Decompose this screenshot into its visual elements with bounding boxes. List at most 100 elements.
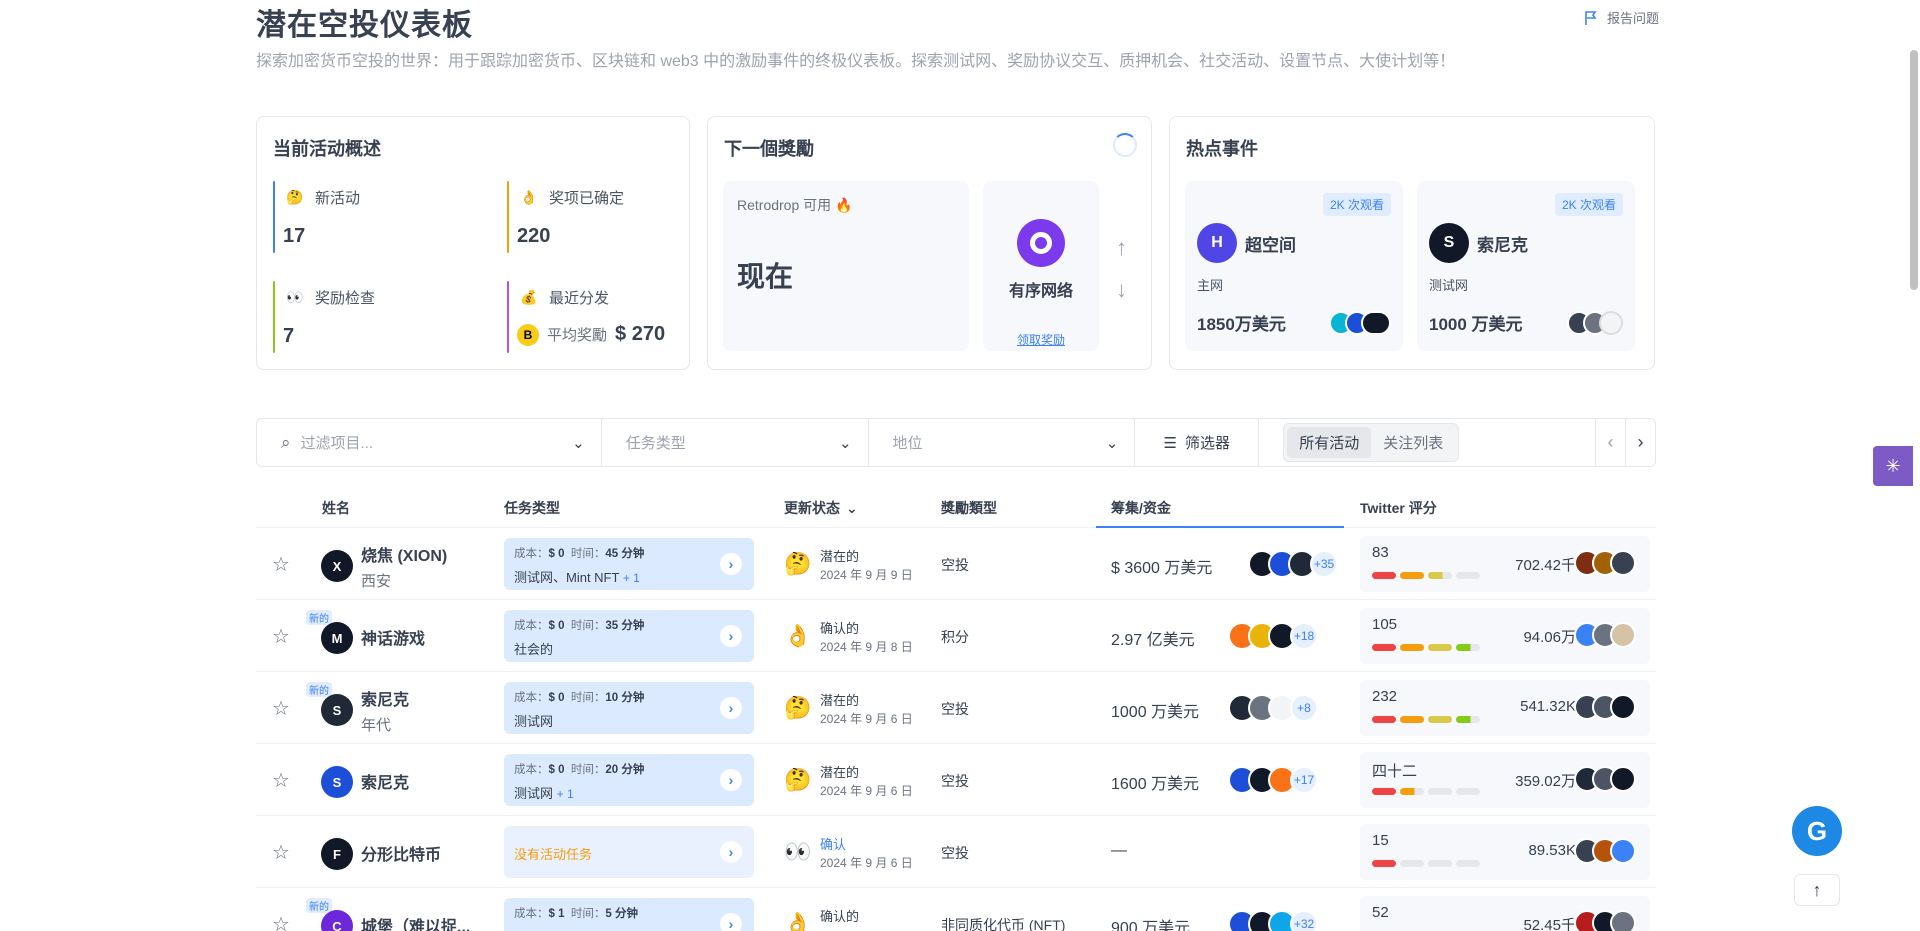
star-icon[interactable]: ☆ (272, 840, 290, 865)
twitter-score-cell[interactable]: 105 94.06万 (1360, 608, 1650, 664)
twitter-score-cell[interactable]: 52 52.45千 (1360, 896, 1650, 931)
twitter-score-bars (1372, 644, 1480, 651)
hot-event-card[interactable]: 2K 次观看 H 超空间 主网 1850万美元 (1185, 181, 1403, 351)
table-row[interactable]: ☆ 新的 S 索尼克 年代 成本：$ 0 时间：10 分钟 测试网 › 🤔 潜在的 2024 年 … (256, 672, 1656, 744)
task-cell[interactable]: 成本：$ 0 时间：45 分钟 测试网、Mint NFT + 1 › (504, 538, 754, 590)
task-type-select[interactable]: 任务类型 ⌄ (602, 419, 869, 466)
twitter-score-cell[interactable]: 232 541.32K (1360, 680, 1650, 736)
twitter-score-cell[interactable]: 83 702.42千 (1360, 536, 1650, 592)
status-emoji-icon: 🤔 (784, 551, 812, 576)
coin-icon: B (517, 323, 539, 346)
overview-confirmed[interactable]: 👌 奖项已确定 220 (507, 181, 687, 253)
investor-avatars[interactable]: +17 (1228, 766, 1318, 794)
star-icon[interactable]: ☆ (272, 912, 290, 931)
investor-avatars[interactable]: +35 (1248, 550, 1338, 578)
chevron-down-icon: ⌄ (838, 434, 852, 452)
project-name[interactable]: 烧焦 (XION) (361, 542, 447, 566)
header-status[interactable]: 更新状态 ⌄ (784, 488, 858, 528)
star-icon[interactable]: ☆ (272, 552, 290, 577)
arrow-down-icon[interactable]: ↓ (1116, 277, 1127, 303)
twitter-followers: 89.53K (1528, 842, 1576, 859)
eyes-emoji-icon: 👀 (286, 288, 304, 305)
project-name[interactable]: 城堡（难以捉... (361, 913, 470, 931)
star-icon[interactable]: ☆ (272, 696, 290, 721)
follower-avatars (1574, 766, 1636, 792)
twitter-score-cell[interactable]: 15 89.53K (1360, 824, 1650, 880)
task-cell[interactable]: 成本：$ 0 时间：10 分钟 测试网 › (504, 682, 754, 734)
table-row[interactable]: ☆ X 烧焦 (XION) 西安 成本：$ 0 时间：45 分钟 测试网、Mint NFT… (256, 528, 1656, 600)
scroll-top-button[interactable]: ↑ (1794, 874, 1840, 906)
chevron-right-icon[interactable]: › (1625, 419, 1655, 466)
task-cell[interactable]: 没有活动任务 › (504, 826, 754, 878)
chevron-right-icon[interactable]: › (720, 769, 742, 791)
investor-avatars[interactable]: +32 (1228, 910, 1318, 931)
investor-avatars[interactable]: +18 (1228, 622, 1318, 650)
header-task-type[interactable]: 任务类型 (504, 488, 560, 528)
chevron-left-icon[interactable]: ‹ (1595, 419, 1625, 466)
chevron-right-icon[interactable]: › (720, 913, 742, 931)
overview-check[interactable]: 👀 奖励检查 7 (273, 281, 453, 353)
reward-type: 积分 (941, 629, 969, 645)
report-issue-button[interactable]: 报告问题 (1583, 8, 1659, 27)
task-extra: + 1 (622, 571, 640, 585)
task-cell[interactable]: 成本：$ 0 时间：35 分钟 社会的 › (504, 610, 754, 662)
chevron-right-icon[interactable]: › (720, 553, 742, 575)
retrodrop-box: Retrodrop 可用 🔥 现在 (723, 181, 969, 351)
project-name[interactable]: 索尼克 (361, 769, 409, 793)
project-filter-input[interactable]: ⌕ 过滤项目... ⌄ (257, 419, 602, 466)
sparkle-widget-button[interactable]: ✳ (1873, 446, 1913, 486)
filters-button[interactable]: ☰ 筛选器 (1135, 419, 1260, 466)
assistant-button[interactable]: G (1792, 806, 1842, 856)
twitter-followers: 94.06万 (1523, 629, 1576, 646)
twitter-score-cell[interactable]: 四十二 359.02万 (1360, 752, 1650, 808)
funds-value: — (1111, 842, 1127, 859)
follower-avatars (1574, 694, 1636, 720)
overview-new[interactable]: 🤔 新活动 17 (273, 181, 453, 253)
task-cell[interactable]: 成本：$ 0 时间：20 分钟 测试网 + 1 › (504, 754, 754, 806)
table-row[interactable]: ☆ S 索尼克 成本：$ 0 时间：20 分钟 测试网 + 1 › 🤔 潜在的 2024 年 9… (256, 744, 1656, 816)
thinking-emoji-icon: 🤔 (286, 188, 304, 205)
investor-avatars (1567, 310, 1623, 335)
scrollbar[interactable] (1910, 50, 1918, 290)
views-badge: 2K 次观看 (1554, 193, 1623, 216)
overview-check-label: 奖励检查 (315, 289, 376, 307)
tab-watchlist[interactable]: 关注列表 (1371, 427, 1455, 458)
claim-reward-link[interactable]: 领取奖励 (983, 331, 1099, 348)
reward-type: 非同质化代币 (NFT) (941, 917, 1066, 931)
hot-event-name: 超空间 (1245, 235, 1296, 255)
hot-event-card[interactable]: 2K 次观看 S 索尼克 测试网 1000 万美元 (1417, 181, 1635, 351)
chevron-right-icon[interactable]: › (720, 625, 742, 647)
investor-avatars[interactable]: +8 (1228, 694, 1318, 722)
time-label: 时间： (570, 548, 606, 560)
reward-type: 空投 (941, 701, 969, 717)
arrow-up-icon[interactable]: ↑ (1116, 235, 1127, 261)
header-funds[interactable]: 筹集/资金 (1111, 488, 1171, 528)
time-label: 时间： (570, 764, 606, 776)
investor-more-badge: +35 (1310, 550, 1338, 578)
hot-events-title: 热点事件 (1186, 139, 1258, 159)
header-name[interactable]: 姓名 (322, 488, 350, 528)
tab-all-activities[interactable]: 所有活动 (1287, 427, 1372, 458)
project-name[interactable]: 索尼克 (361, 686, 409, 710)
project-name[interactable]: 分形比特币 (361, 841, 441, 865)
chevron-right-icon[interactable]: › (720, 697, 742, 719)
twitter-score: 52 (1372, 904, 1389, 921)
table-row[interactable]: ☆ 新的 M 神话游戏 成本：$ 0 时间：35 分钟 社会的 › 👌 确认的 2024 年 9… (256, 600, 1656, 672)
star-icon[interactable]: ☆ (272, 624, 290, 649)
table-row[interactable]: ☆ F 分形比特币 没有活动任务 › 👀 确认 2024 年 9 月 6 日 空投 — 15 89.5… (256, 816, 1656, 888)
avg-reward-value: $ 270 (615, 323, 666, 345)
money-bag-emoji-icon: 💰 (520, 288, 538, 305)
table-row[interactable]: ☆ 新的 C 城堡（难以捉... 成本：$ 1 时间：5 分钟 › 👌 确认的 非同质化代币 … (256, 888, 1656, 931)
investor-more-badge: +8 (1290, 694, 1318, 722)
header-twitter[interactable]: Twitter 评分 (1360, 488, 1437, 528)
header-reward-type[interactable]: 獎勵類型 (941, 488, 997, 528)
overview-distribution[interactable]: 💰 最近分发 B 平均奖勵 $ 270 (507, 281, 677, 353)
time-value: 10 分钟 (605, 692, 645, 704)
task-cell[interactable]: 成本：$ 1 时间：5 分钟 › (504, 898, 754, 931)
location-select[interactable]: 地位 ⌄ (869, 419, 1136, 466)
chevron-right-icon[interactable]: › (720, 841, 742, 863)
project-name[interactable]: 神话游戏 (361, 625, 425, 649)
project-logo-icon (1017, 219, 1065, 267)
next-project-box[interactable]: 有序网络 领取奖励 (983, 181, 1099, 351)
star-icon[interactable]: ☆ (272, 768, 290, 793)
